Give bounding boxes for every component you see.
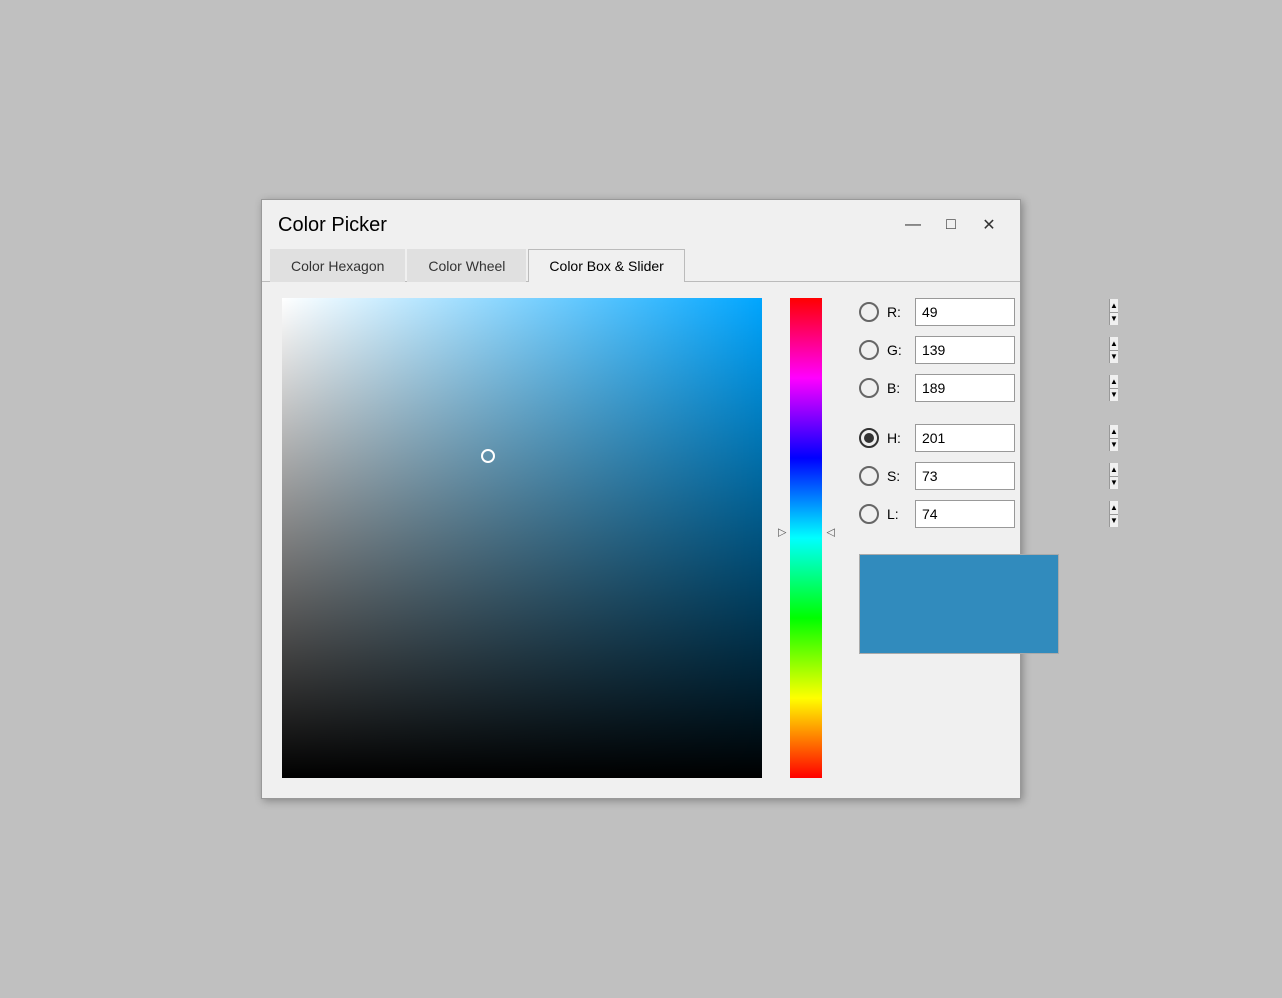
radio-l[interactable] (859, 504, 879, 524)
window-controls: — □ ✕ (898, 210, 1004, 240)
input-s[interactable] (916, 463, 1109, 489)
hue-slider-wrap: ▷ ◁ (778, 298, 835, 778)
title-bar: Color Picker — □ ✕ (262, 200, 1020, 248)
row-s: S: ▲ ▼ (859, 462, 1059, 490)
row-h: H: ▲ ▼ (859, 424, 1059, 452)
spinbox-g: ▲ ▼ (915, 336, 1015, 364)
color-box[interactable] (282, 298, 762, 778)
tab-color-wheel[interactable]: Color Wheel (407, 249, 526, 282)
radio-b[interactable] (859, 378, 879, 398)
row-l: L: ▲ ▼ (859, 500, 1059, 528)
spinbox-b-down[interactable]: ▼ (1110, 388, 1118, 402)
spinbox-b-buttons: ▲ ▼ (1109, 375, 1118, 401)
spinbox-s: ▲ ▼ (915, 462, 1015, 490)
radio-h[interactable] (859, 428, 879, 448)
spinbox-r-down[interactable]: ▼ (1110, 312, 1118, 326)
spinbox-b: ▲ ▼ (915, 374, 1015, 402)
spinbox-l-down[interactable]: ▼ (1110, 514, 1118, 528)
tab-color-hexagon[interactable]: Color Hexagon (270, 249, 405, 282)
spinbox-g-up[interactable]: ▲ (1110, 337, 1118, 350)
radio-s[interactable] (859, 466, 879, 486)
row-g: G: ▲ ▼ (859, 336, 1059, 364)
spinbox-r: ▲ ▼ (915, 298, 1015, 326)
label-g: G: (887, 342, 907, 358)
spinbox-l-up[interactable]: ▲ (1110, 501, 1118, 514)
spinbox-h: ▲ ▼ (915, 424, 1015, 452)
spinbox-s-up[interactable]: ▲ (1110, 463, 1118, 476)
radio-r[interactable] (859, 302, 879, 322)
spinbox-s-down[interactable]: ▼ (1110, 476, 1118, 490)
minimize-button[interactable]: — (898, 210, 928, 240)
color-picker-window: Color Picker — □ ✕ Color Hexagon Color W… (261, 199, 1021, 799)
tab-bar: Color Hexagon Color Wheel Color Box & Sl… (262, 248, 1020, 282)
spinbox-h-buttons: ▲ ▼ (1109, 425, 1118, 451)
input-g[interactable] (916, 337, 1109, 363)
spinbox-h-up[interactable]: ▲ (1110, 425, 1118, 438)
row-r: R: ▲ ▼ (859, 298, 1059, 326)
input-r[interactable] (916, 299, 1109, 325)
radio-g[interactable] (859, 340, 879, 360)
label-s: S: (887, 468, 907, 484)
tab-color-box-slider[interactable]: Color Box & Slider (528, 249, 684, 282)
spinbox-b-up[interactable]: ▲ (1110, 375, 1118, 388)
label-h: H: (887, 430, 907, 446)
right-panel: R: ▲ ▼ G: ▲ ▼ (851, 298, 1059, 654)
color-preview (859, 554, 1059, 654)
spinbox-h-down[interactable]: ▼ (1110, 438, 1118, 452)
row-b: B: ▲ ▼ (859, 374, 1059, 402)
input-h[interactable] (916, 425, 1109, 451)
input-l[interactable] (916, 501, 1109, 527)
spinbox-r-up[interactable]: ▲ (1110, 299, 1118, 312)
spinbox-g-down[interactable]: ▼ (1110, 350, 1118, 364)
tab-content: ▷ ◁ R: ▲ ▼ (262, 282, 1020, 798)
divider (859, 412, 1059, 424)
maximize-button[interactable]: □ (936, 210, 966, 240)
spinbox-r-buttons: ▲ ▼ (1109, 299, 1118, 325)
label-r: R: (887, 304, 907, 320)
hue-slider[interactable] (790, 298, 822, 778)
spinbox-l-buttons: ▲ ▼ (1109, 501, 1118, 527)
spinbox-s-buttons: ▲ ▼ (1109, 463, 1118, 489)
window-title: Color Picker (278, 214, 387, 237)
color-gradient (282, 298, 762, 778)
label-b: B: (887, 380, 907, 396)
hue-arrow-left-icon: ▷ (778, 525, 786, 538)
color-box-wrap (282, 298, 762, 778)
input-b[interactable] (916, 375, 1109, 401)
close-button[interactable]: ✕ (974, 210, 1004, 240)
spinbox-g-buttons: ▲ ▼ (1109, 337, 1118, 363)
label-l: L: (887, 506, 907, 522)
spinbox-l: ▲ ▼ (915, 500, 1015, 528)
hue-arrow-right-icon: ◁ (826, 525, 834, 538)
